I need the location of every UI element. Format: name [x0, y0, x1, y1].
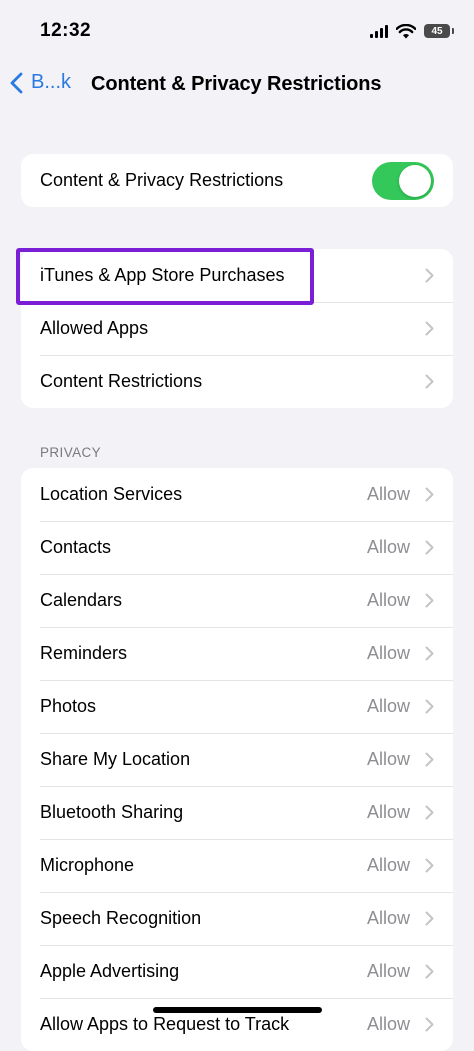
- wifi-icon: [396, 23, 416, 38]
- master-toggle-card: Content & Privacy Restrictions: [21, 154, 453, 207]
- list-item-label: Microphone: [40, 855, 135, 875]
- chevron-right-icon: [425, 805, 434, 820]
- chevron-right-icon: [425, 964, 434, 979]
- list-item-label: Speech Recognition: [40, 908, 202, 928]
- home-indicator[interactable]: [153, 1007, 322, 1013]
- list-item-share-my-location[interactable]: Share My Location Allow: [21, 733, 453, 786]
- list-item-photos[interactable]: Photos Allow: [21, 680, 453, 733]
- master-toggle-label: Content & Privacy Restrictions: [40, 170, 284, 190]
- chevron-right-icon: [425, 1017, 434, 1032]
- toggle-knob: [399, 165, 431, 197]
- list-item-value: Allow: [366, 908, 410, 928]
- list-item-speech-recognition[interactable]: Speech Recognition Allow: [21, 892, 453, 945]
- list-item-bluetooth-sharing[interactable]: Bluetooth Sharing Allow: [21, 786, 453, 839]
- status-bar: 12:32 45: [0, 0, 474, 60]
- list-item-label: Bluetooth Sharing: [40, 802, 184, 822]
- back-button-label: B...k: [31, 71, 72, 93]
- list-item-allow-apps-to-request-to-track[interactable]: Allow Apps to Request to Track Allow: [21, 998, 453, 1051]
- list-item-label: Share My Location: [40, 749, 191, 769]
- list-item-label: Photos: [40, 696, 97, 716]
- signal-icon: [370, 24, 388, 38]
- highlight-annotation: [16, 248, 314, 305]
- chevron-right-icon: [425, 593, 434, 608]
- privacy-card: Location Services Allow Contacts Allow C…: [21, 468, 453, 1051]
- list-item-value: Allow: [366, 537, 410, 557]
- list-item-apple-advertising[interactable]: Apple Advertising Allow: [21, 945, 453, 998]
- chevron-right-icon: [425, 374, 434, 389]
- list-item-label: Allowed Apps: [40, 318, 149, 338]
- list-item-location-services[interactable]: Location Services Allow: [21, 468, 453, 521]
- status-icons: 45: [370, 21, 454, 41]
- list-item-allowed-apps[interactable]: Allowed Apps: [21, 302, 453, 355]
- chevron-right-icon: [425, 268, 434, 283]
- status-time: 12:32: [40, 20, 92, 41]
- list-item-value: Allow: [366, 749, 410, 769]
- list-item-value: Allow: [366, 855, 410, 875]
- list-item-label: Calendars: [40, 590, 123, 610]
- list-item-label: Content Restrictions: [40, 371, 203, 391]
- list-item-contacts[interactable]: Contacts Allow: [21, 521, 453, 574]
- list-item-reminders[interactable]: Reminders Allow: [21, 627, 453, 680]
- list-item-value: Allow: [366, 961, 410, 981]
- list-item-value: Allow: [366, 802, 410, 822]
- section-header-privacy: PRIVACY: [40, 445, 102, 460]
- list-item-calendars[interactable]: Calendars Allow: [21, 574, 453, 627]
- list-item-content-restrictions[interactable]: Content Restrictions: [21, 355, 453, 408]
- master-toggle-row: Content & Privacy Restrictions: [21, 154, 453, 207]
- navigation-bar: B...k Content & Privacy Restrictions: [0, 60, 474, 110]
- content-privacy-toggle[interactable]: [372, 162, 434, 200]
- page-title: Content & Privacy Restrictions: [91, 73, 382, 95]
- chevron-right-icon: [425, 699, 434, 714]
- list-item-label: Location Services: [40, 484, 183, 504]
- back-button[interactable]: B...k: [10, 71, 71, 94]
- list-item-label: Reminders: [40, 643, 128, 663]
- list-item-value: Allow: [366, 696, 410, 716]
- list-item-microphone[interactable]: Microphone Allow: [21, 839, 453, 892]
- chevron-right-icon: [425, 752, 434, 767]
- list-item-label: Allow Apps to Request to Track: [40, 1014, 290, 1034]
- list-item-label: Apple Advertising: [40, 961, 180, 981]
- list-item-label: Contacts: [40, 537, 112, 557]
- chevron-left-icon: [10, 72, 23, 93]
- chevron-right-icon: [425, 321, 434, 336]
- chevron-right-icon: [425, 646, 434, 661]
- chevron-right-icon: [425, 487, 434, 502]
- list-item-value: Allow: [366, 590, 410, 610]
- battery-icon: 45: [424, 24, 454, 38]
- chevron-right-icon: [425, 858, 434, 873]
- list-item-value: Allow: [366, 643, 410, 663]
- list-item-value: Allow: [366, 1014, 410, 1034]
- chevron-right-icon: [425, 540, 434, 555]
- list-item-value: Allow: [366, 484, 410, 504]
- battery-level: 45: [431, 25, 443, 37]
- chevron-right-icon: [425, 911, 434, 926]
